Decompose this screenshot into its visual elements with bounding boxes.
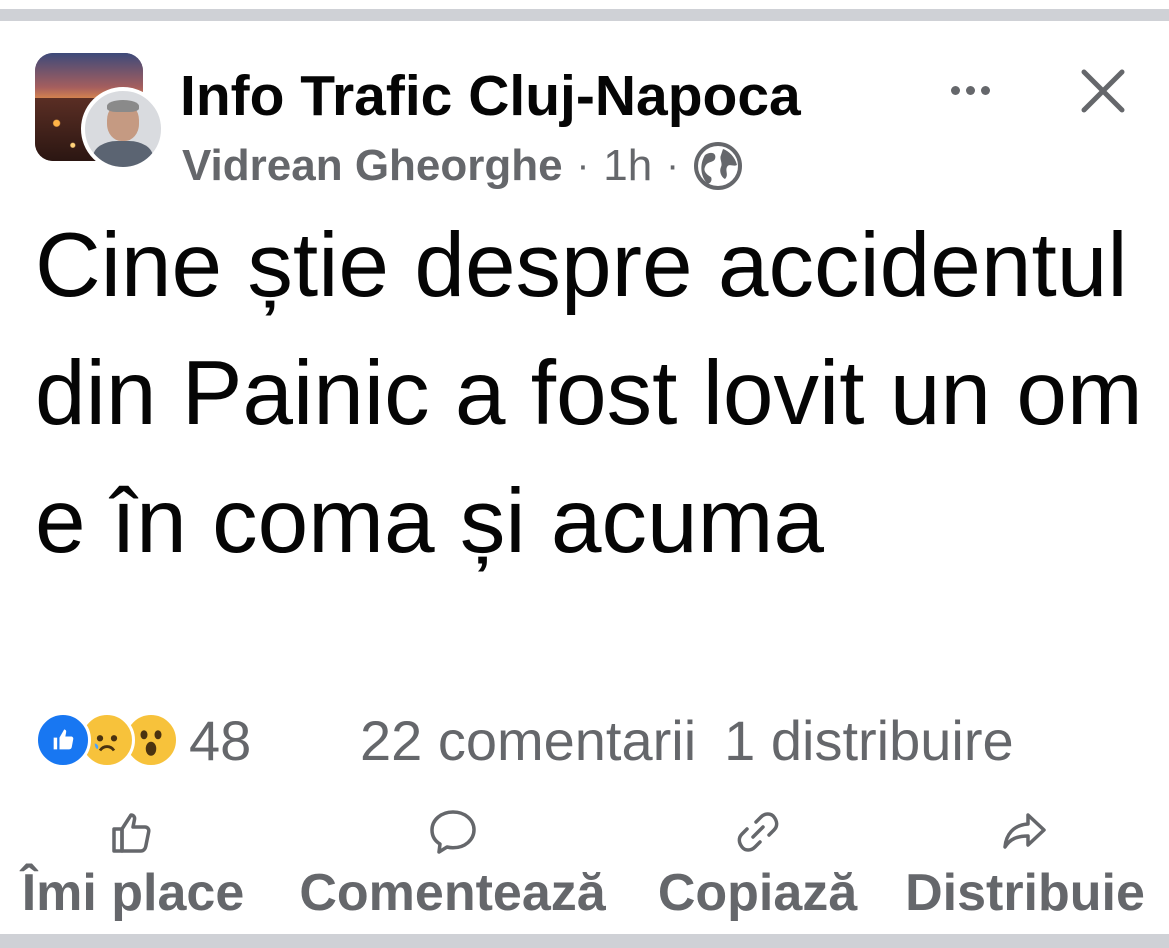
reaction-count[interactable]: 48 bbox=[189, 708, 251, 773]
group-name[interactable]: Info Trafic Cluj-Napoca bbox=[180, 62, 801, 130]
share-button[interactable]: Distribuie bbox=[890, 805, 1160, 923]
post-avatar[interactable] bbox=[35, 53, 165, 171]
thumbs-up-icon bbox=[112, 813, 151, 853]
top-divider bbox=[0, 9, 1169, 21]
post-meta: Vidrean Gheorghe · 1h · bbox=[182, 138, 743, 194]
like-reaction-icon bbox=[35, 712, 91, 768]
comment-bubble-icon bbox=[429, 810, 476, 854]
copy-link-button[interactable]: Copiază bbox=[645, 805, 870, 923]
post-time[interactable]: 1h bbox=[603, 141, 652, 191]
more-dots-icon[interactable] bbox=[943, 70, 997, 110]
meta-separator: · bbox=[576, 144, 590, 187]
reactions-summary[interactable]: 48 bbox=[35, 708, 251, 772]
like-label: Îmi place bbox=[21, 864, 245, 922]
copy-label: Copiază bbox=[657, 864, 858, 922]
meta-separator: · bbox=[666, 144, 679, 187]
post-card: Info Trafic Cluj-Napoca Vidrean Gheorghe… bbox=[0, 0, 1169, 948]
author-avatar[interactable] bbox=[81, 87, 165, 171]
post-text: Cine știe despre accidentul din Painic a… bbox=[35, 215, 1143, 572]
link-icon bbox=[737, 812, 778, 852]
comment-button[interactable]: Comentează bbox=[280, 805, 625, 923]
share-label: Distribuie bbox=[905, 864, 1145, 922]
engagement-counts: 22 comentarii 1 distribuire bbox=[360, 708, 1014, 772]
bottom-divider bbox=[0, 934, 1169, 948]
close-icon[interactable] bbox=[1072, 60, 1134, 122]
comments-count[interactable]: 22 comentarii bbox=[360, 708, 696, 773]
share-arrow-icon bbox=[1003, 813, 1046, 849]
reaction-icons[interactable] bbox=[35, 712, 179, 768]
comment-label: Comentează bbox=[299, 864, 606, 922]
shares-count[interactable]: 1 distribuire bbox=[724, 708, 1013, 773]
action-bar: Îmi place Comentează Copiază Distribuie bbox=[0, 805, 1169, 930]
globe-icon bbox=[693, 141, 743, 191]
author-name[interactable]: Vidrean Gheorghe bbox=[182, 141, 563, 191]
like-button[interactable]: Îmi place bbox=[8, 805, 258, 923]
